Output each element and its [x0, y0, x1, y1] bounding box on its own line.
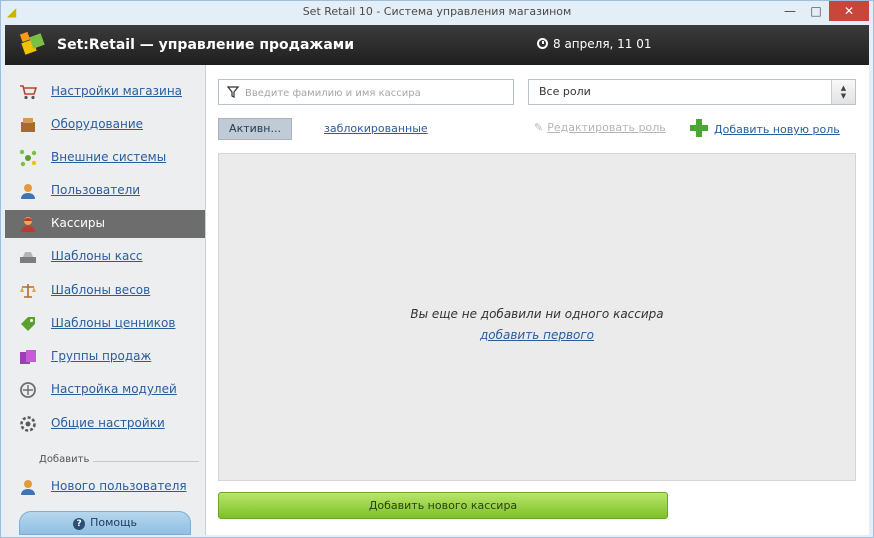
- cashier-filter-field[interactable]: [218, 79, 514, 105]
- sidebar-item-store-settings[interactable]: Настройки магазина: [5, 78, 205, 106]
- sidebar-item-label: Оборудование: [51, 117, 143, 131]
- price-tag-icon: [21, 317, 35, 331]
- external-systems-icon: [19, 149, 37, 167]
- tab-blocked-cashiers[interactable]: заблокированные: [324, 122, 428, 135]
- add-first-cashier-link[interactable]: добавить первого: [219, 328, 855, 342]
- sidebar-item-scales-templates[interactable]: Шаблоны весов: [5, 277, 205, 305]
- window-controls: — □ ✕: [777, 1, 869, 21]
- title-bar: ◢ Set Retail 10 - Система управления маг…: [1, 1, 873, 25]
- setretail-logo-icon: [19, 31, 45, 55]
- sidebar-item-modules-settings[interactable]: Настройка модулей: [5, 376, 205, 404]
- pencil-icon: ✎: [534, 121, 544, 134]
- cashier-search-input[interactable]: [243, 83, 511, 103]
- sales-group-icon: [20, 350, 36, 364]
- sidebar-item-register-templates[interactable]: Шаблоны касс: [5, 243, 205, 271]
- plus-icon: [690, 119, 708, 137]
- sidebar: Настройки магазина Оборудование Внешние …: [5, 65, 206, 535]
- cart-icon: [20, 85, 37, 100]
- sidebar-item-label: Кассиры: [51, 216, 105, 230]
- minimize-button[interactable]: —: [777, 1, 803, 21]
- add-role-link[interactable]: Добавить новую роль: [690, 119, 840, 137]
- sidebar-item-label: Общие настройки: [51, 416, 165, 430]
- scales-icon: [20, 284, 36, 298]
- sidebar-item-external-systems[interactable]: Внешние системы: [5, 144, 205, 172]
- cashier-icon: [21, 217, 35, 232]
- role-select[interactable]: Все роли ▲ ▼: [528, 79, 856, 105]
- sidebar-item-label: Группы продаж: [51, 349, 152, 363]
- main-content: Все роли ▲▼ Активн... заблокированные ✎Р…: [206, 65, 869, 535]
- edit-role-label: Редактировать роль: [547, 121, 666, 134]
- sidebar-item-label: Настройки магазина: [51, 84, 183, 98]
- cashiers-list-empty: Вы еще не добавили ни одного кассира доб…: [218, 153, 856, 481]
- window-title: Set Retail 10 - Система управления магаз…: [302, 5, 572, 18]
- sidebar-item-label: Шаблоны касс: [51, 249, 143, 263]
- modules-icon: [20, 382, 36, 398]
- sidebar-item-label: Нового пользователя: [51, 479, 187, 493]
- role-select-value: Все роли: [539, 85, 591, 98]
- section-divider: [93, 461, 199, 462]
- user-icon: [21, 184, 35, 199]
- help-label: Помощь: [90, 516, 137, 529]
- help-icon: ?: [73, 518, 86, 530]
- sidebar-item-label: Настройка модулей: [51, 382, 177, 396]
- sidebar-item-cashiers[interactable]: Кассиры: [5, 210, 205, 238]
- sidebar-item-label: Внешние системы: [51, 150, 167, 164]
- clock: 8 апреля, 11 01: [537, 37, 652, 51]
- help-button[interactable]: ? Помощь: [19, 511, 191, 535]
- sidebar-item-equipment[interactable]: Оборудование: [5, 111, 205, 139]
- clock-icon: [537, 38, 548, 49]
- user-icon: [21, 480, 35, 495]
- sidebar-item-general-settings[interactable]: Общие настройки: [5, 410, 205, 438]
- app-window: ◢ Set Retail 10 - Система управления маг…: [0, 0, 874, 538]
- sidebar-item-new-user[interactable]: Нового пользователя: [5, 473, 205, 501]
- register-template-icon: [20, 252, 36, 263]
- sidebar-item-label: Шаблоны весов: [51, 283, 151, 297]
- tab-active-cashiers[interactable]: Активн...: [218, 118, 292, 140]
- equipment-icon: [21, 118, 35, 132]
- empty-state-message: Вы еще не добавили ни одного кассира: [410, 307, 664, 321]
- add-section-label: Добавить: [39, 454, 90, 465]
- filter-icon: [227, 86, 239, 98]
- sidebar-item-label: Пользователи: [51, 183, 141, 197]
- role-select-arrow-icon[interactable]: ▲ ▼: [831, 80, 855, 104]
- sidebar-item-users[interactable]: Пользователи: [5, 177, 205, 205]
- sidebar-item-label: Шаблоны ценников: [51, 316, 176, 330]
- maximize-button[interactable]: □: [803, 1, 829, 21]
- edit-role-link[interactable]: ✎ Редактировать роль: [534, 121, 666, 134]
- close-button[interactable]: ✕: [829, 1, 869, 21]
- app-brand-title: Set:Retail — управление продажами: [57, 37, 355, 53]
- sidebar-item-sales-groups[interactable]: Группы продаж: [5, 343, 205, 371]
- sidebar-item-price-tag-templates[interactable]: Шаблоны ценников: [5, 310, 205, 338]
- general-settings-icon: [20, 416, 36, 432]
- clock-text: 8 апреля, 11 01: [553, 37, 652, 51]
- add-cashier-button[interactable]: Добавить нового кассира: [218, 492, 668, 519]
- app-header: Set:Retail — управление продажами 8 апре…: [5, 25, 869, 65]
- add-role-label: Добавить новую роль: [714, 123, 840, 136]
